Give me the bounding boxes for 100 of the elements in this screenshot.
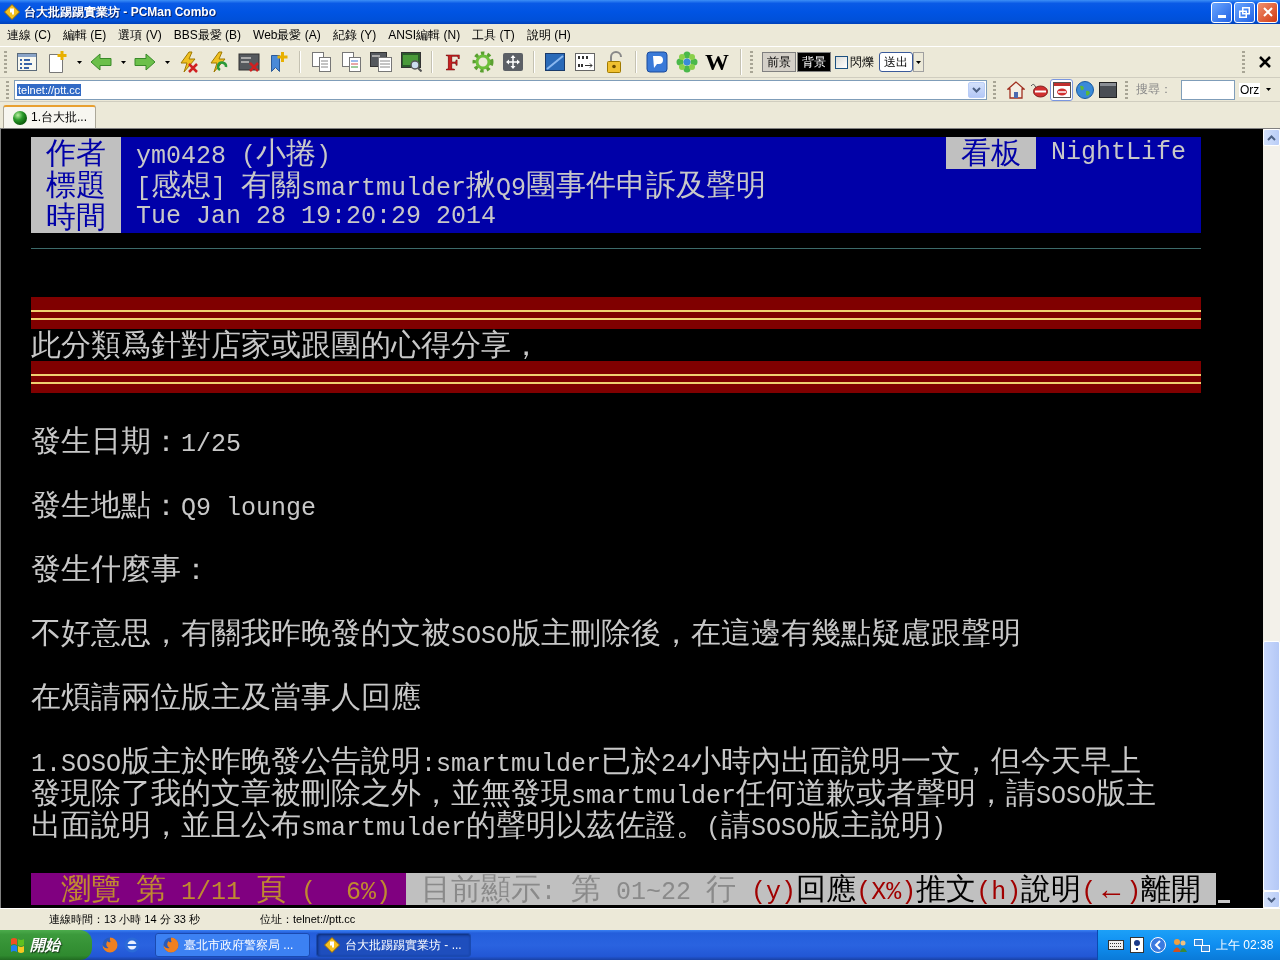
search-field[interactable]: [1181, 79, 1235, 100]
start-button[interactable]: 開始: [0, 930, 92, 960]
forward-arrow-icon[interactable]: [134, 53, 156, 71]
terminal-line: 發生什麼事：: [31, 553, 211, 585]
lightning-refresh-icon[interactable]: [209, 51, 229, 73]
menu-item[interactable]: 編輯 (E): [59, 26, 111, 44]
foreground-button[interactable]: 前景: [762, 52, 796, 72]
grip-handle[interactable]: [993, 80, 996, 99]
lightning-x-icon[interactable]: [179, 51, 199, 73]
terminal-line: 此分類爲針對店家或跟團的心得分享，: [31, 329, 541, 361]
move-arrows-icon[interactable]: [503, 53, 523, 71]
diamond-logo-icon: [324, 937, 340, 953]
globe-icon: [1075, 80, 1094, 99]
terminal-line: 在煩請兩位版主及當事人回應: [31, 681, 421, 713]
padlock-icon[interactable]: [607, 51, 623, 73]
menu-item[interactable]: ANSI編輯 (N): [384, 26, 465, 44]
tab[interactable]: 1.台大批...: [3, 105, 96, 128]
ball-icon: [13, 110, 27, 125]
menu-item[interactable]: 紀錄 (Y): [328, 26, 381, 44]
flower-icon[interactable]: [676, 51, 698, 73]
status-address: 位址：telnet://ptt.cc: [260, 912, 356, 927]
address-field[interactable]: telnet://ptt.cc: [14, 79, 987, 100]
copy-lines-icon[interactable]: [341, 52, 361, 72]
paste-icon[interactable]: [370, 52, 392, 72]
search-label: 搜尋：: [1136, 81, 1172, 98]
connection-time: 連線時間：13 小時 14 分 33 秒: [49, 913, 200, 925]
taskbar-button[interactable]: 臺北市政府警察局 ...: [155, 933, 310, 957]
taskbar-button[interactable]: 台大批踢踢實業坊 - ...: [316, 933, 471, 957]
scroll-up-button[interactable]: [1263, 129, 1280, 146]
keyboard-icon[interactable]: [1108, 940, 1124, 950]
glyph-button[interactable]: W: [705, 50, 729, 74]
window-title: 台大批踢踢實業坊 - PCMan Combo: [24, 3, 217, 21]
grip-handle[interactable]: [6, 80, 9, 99]
minimize-icon: [1217, 14, 1226, 18]
chevron-down-icon: [1267, 896, 1276, 903]
menu-item[interactable]: 選項 (V): [114, 26, 166, 44]
windows-flag-icon: [10, 937, 25, 953]
checkbox-label[interactable]: 閃爍: [850, 53, 874, 71]
menu-item[interactable]: Web最愛 (A): [249, 26, 325, 44]
caret-icon[interactable]: [120, 60, 126, 64]
chevron-up-icon: [1267, 134, 1276, 141]
caret-icon[interactable]: [164, 60, 170, 64]
app-tile-icon[interactable]: [646, 51, 668, 73]
scrollbar[interactable]: [1263, 129, 1280, 908]
terminal-icon: [1098, 81, 1117, 98]
grip-handle[interactable]: [1125, 80, 1128, 99]
new-page-icon[interactable]: [47, 51, 67, 73]
caret-icon: [916, 60, 921, 64]
page-icon[interactable]: [1130, 937, 1144, 953]
header-value: Tue Jan 28 19:20:29 2014: [136, 201, 497, 233]
toolbar-button[interactable]: [1050, 78, 1073, 101]
back-arrow-icon[interactable]: [90, 53, 112, 71]
glyph-button[interactable]: F: [445, 50, 461, 74]
caret-icon: [1266, 88, 1272, 91]
people-icon[interactable]: [1172, 937, 1188, 953]
copy-icon[interactable]: [311, 52, 331, 72]
header-label: 時間: [31, 201, 121, 233]
screen-x-icon[interactable]: [238, 52, 260, 72]
caret-icon[interactable]: [76, 60, 82, 64]
menu-item[interactable]: 連線 (C): [3, 26, 55, 44]
bookmark-plus-icon[interactable]: [270, 51, 288, 73]
key-hint: (←)離開: [1081, 873, 1202, 905]
clock: 上午 02:38: [1216, 936, 1274, 954]
scroll-thumb[interactable]: [1263, 641, 1280, 891]
restore-icon: [1239, 6, 1250, 18]
dropdown-button[interactable]: [913, 52, 924, 72]
text-window-icon[interactable]: [575, 53, 595, 71]
cursor-icon: [1218, 900, 1231, 903]
background-button[interactable]: 背景: [797, 52, 831, 72]
browser-globe-icon: [163, 937, 179, 953]
chevron-down-icon: [972, 86, 981, 93]
window-list-icon[interactable]: [17, 53, 37, 71]
diamond-logo-icon: [4, 4, 20, 20]
board-label: 看板: [946, 137, 1036, 169]
network-icon[interactable]: [1194, 937, 1210, 953]
pager-position: 瀏覽 第 1/11 頁 ( 6%): [31, 873, 407, 905]
gear-icon[interactable]: [472, 51, 494, 73]
screen-search-icon[interactable]: [400, 52, 422, 72]
grip-handle[interactable]: [1242, 51, 1245, 73]
minimize-button[interactable]: [1211, 1, 1232, 23]
send-button[interactable]: 送出: [879, 52, 913, 72]
scroll-down-button[interactable]: [1263, 891, 1280, 908]
dropdown-button[interactable]: [968, 81, 985, 98]
menu-item[interactable]: 說明 (H): [522, 26, 575, 44]
header-label: 作者: [31, 137, 121, 169]
menu-item[interactable]: 工具 (T): [468, 26, 519, 44]
board-name: NightLife: [1051, 137, 1187, 169]
screen-icon[interactable]: [545, 53, 565, 71]
chevron-left-icon[interactable]: [1150, 937, 1166, 953]
ring-icon[interactable]: [124, 937, 140, 953]
window-plug-icon: [1052, 81, 1071, 98]
grip-handle[interactable]: [4, 51, 7, 73]
blink-checkbox[interactable]: [835, 55, 848, 69]
menu-item[interactable]: BBS最愛 (B): [169, 26, 246, 44]
header-label: 標題: [31, 169, 121, 201]
close-button[interactable]: [1257, 1, 1278, 23]
plug-icon: [1029, 81, 1048, 98]
grip-handle[interactable]: [750, 51, 753, 73]
close-icon[interactable]: [1259, 56, 1271, 68]
restore-button[interactable]: [1234, 1, 1255, 23]
